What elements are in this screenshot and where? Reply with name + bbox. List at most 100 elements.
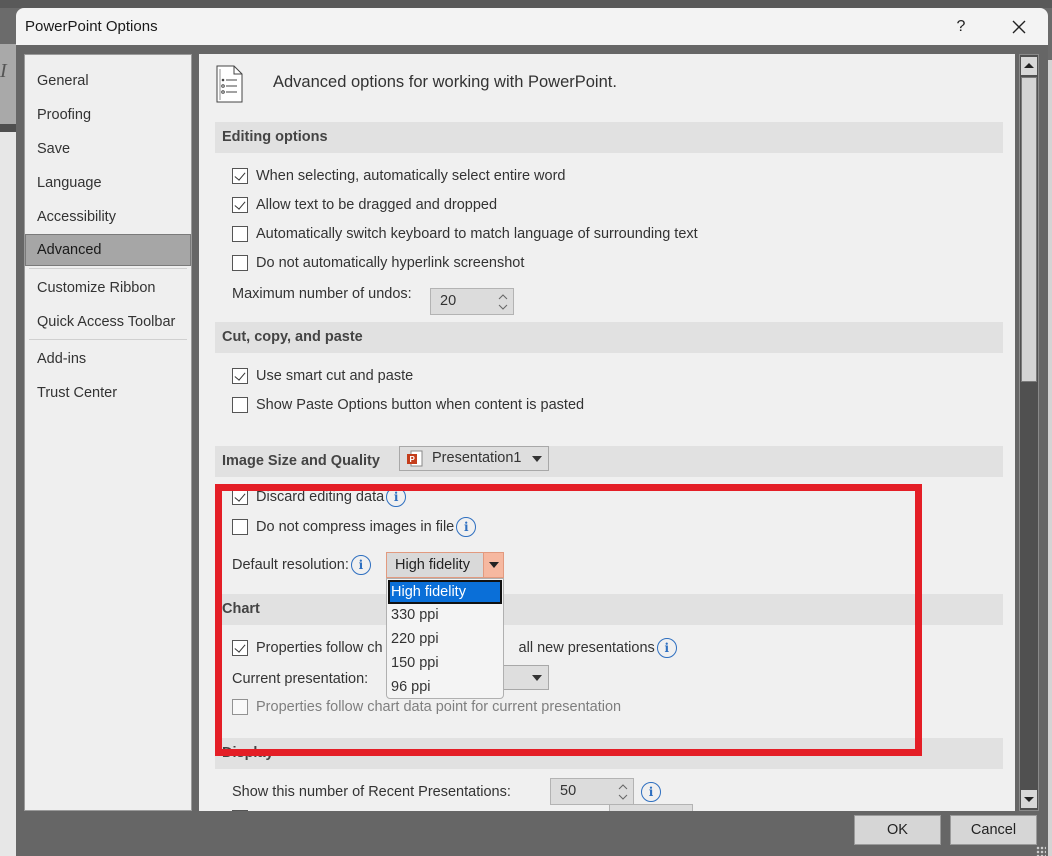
dialog-titlebar: PowerPoint Options ? [16, 8, 1048, 45]
option-discard-editing-data[interactable]: Discard editing data i [232, 485, 407, 509]
page-header: Advanced options for working with PowerP… [273, 73, 617, 91]
ok-button[interactable]: OK [854, 815, 941, 845]
checkbox[interactable] [232, 397, 248, 413]
option-label: Discard editing data [256, 489, 385, 505]
checkbox[interactable] [232, 368, 248, 384]
quick-access-spinner[interactable] [609, 804, 693, 811]
dropdown-arrow-button[interactable] [483, 553, 503, 577]
options-sidebar: General Proofing Save Language Accessibi… [24, 54, 192, 811]
sidebar-item-advanced[interactable]: Advanced [25, 234, 191, 266]
section-cut-copy-paste: Cut, copy, and paste [215, 322, 1003, 353]
sidebar-item-general[interactable]: General [25, 65, 191, 97]
option-do-not-compress[interactable]: Do not compress images in file i [232, 515, 477, 539]
sidebar-item-proofing[interactable]: Proofing [25, 99, 191, 131]
checkbox[interactable] [232, 226, 248, 242]
max-undos-spinner[interactable]: 20 [430, 288, 514, 315]
option-label: Properties follow chart data point for c… [256, 699, 622, 715]
resolution-option-220ppi[interactable]: 220 ppi [388, 627, 502, 651]
info-icon[interactable]: i [386, 487, 407, 507]
app-background-top [0, 0, 1052, 8]
chevron-down-icon [532, 675, 542, 681]
powerpoint-options-dialog: PowerPoint Options ? General Proofing Sa… [16, 8, 1048, 856]
presentation-selector[interactable]: P Presentation1 [399, 446, 549, 471]
checkbox[interactable] [232, 489, 248, 505]
sidebar-divider [29, 268, 187, 269]
resize-grip-icon[interactable] [1036, 846, 1046, 856]
max-undos-label: Maximum number of undos: [232, 286, 412, 302]
svg-text:P: P [410, 455, 416, 464]
presentation-name: Presentation1 [432, 450, 522, 466]
sidebar-item-save[interactable]: Save [25, 133, 191, 165]
option-label-suffix: all new presentations [518, 640, 655, 656]
checkbox[interactable] [232, 810, 248, 811]
section-display: Display [215, 738, 1003, 769]
sidebar-item-quick-access-toolbar[interactable]: Quick Access Toolbar [25, 306, 191, 338]
option-no-hyperlink-screenshot[interactable]: Do not automatically hyperlink screensho… [232, 251, 524, 275]
app-document-area [0, 132, 16, 856]
option-label-prefix: Properties follow ch [256, 640, 383, 656]
advanced-options-panel: Advanced options for working with PowerP… [199, 54, 1015, 811]
spinner-arrows-icon[interactable] [497, 291, 509, 313]
app-strip [0, 124, 16, 132]
scrollbar-thumb[interactable] [1021, 77, 1037, 382]
resolution-dropdown-list: High fidelity 330 ppi 220 ppi 150 ppi 96… [386, 578, 504, 699]
default-resolution-dropdown[interactable]: High fidelity [386, 552, 504, 578]
info-icon[interactable]: i [656, 638, 677, 658]
section-editing-options: Editing options [215, 122, 1003, 153]
option-quick-access-recent[interactable]: Quickly access this number of Recent Pre… [232, 806, 595, 811]
option-label: Do not compress images in file [256, 519, 455, 535]
option-show-paste-options[interactable]: Show Paste Options button when content i… [232, 393, 584, 417]
info-icon[interactable]: i [641, 782, 661, 802]
checkbox[interactable] [232, 699, 248, 715]
resolution-option-330ppi[interactable]: 330 ppi [388, 603, 502, 627]
section-image-size-quality: Image Size and Quality [215, 446, 1003, 477]
checkbox[interactable] [232, 640, 248, 656]
option-switch-keyboard[interactable]: Automatically switch keyboard to match l… [232, 222, 698, 246]
option-label: Use smart cut and paste [256, 368, 414, 384]
option-select-entire-word[interactable]: When selecting, automatically select ent… [232, 164, 565, 188]
option-label: Do not automatically hyperlink screensho… [256, 255, 525, 271]
close-icon [1012, 20, 1026, 34]
option-drag-and-drop[interactable]: Allow text to be dragged and dropped [232, 193, 497, 217]
current-presentation-label: Current presentation: [232, 671, 369, 687]
scroll-down-icon[interactable] [1021, 790, 1037, 808]
powerpoint-file-icon: P [407, 450, 423, 467]
option-smart-cut-paste[interactable]: Use smart cut and paste [232, 364, 413, 388]
spinner-arrows-icon[interactable] [617, 781, 629, 803]
option-label: Allow text to be dragged and dropped [256, 197, 498, 213]
resolution-option-150ppi[interactable]: 150 ppi [388, 651, 502, 675]
option-label: Automatically switch keyboard to match l… [256, 226, 698, 242]
scroll-up-icon[interactable] [1021, 57, 1037, 75]
resolution-option-96ppi[interactable]: 96 ppi [388, 675, 502, 699]
resolution-option-high-fidelity[interactable]: High fidelity [388, 580, 502, 604]
close-button[interactable] [1002, 12, 1036, 42]
options-document-icon [216, 65, 243, 103]
checkbox[interactable] [232, 168, 248, 184]
section-title: Image Size and Quality [222, 453, 380, 469]
spinner-value: 50 [560, 783, 577, 799]
help-button[interactable]: ? [946, 14, 976, 40]
info-icon[interactable]: i [350, 555, 371, 575]
recent-presentations-label: Show this number of Recent Presentations… [232, 784, 511, 800]
app-ribbon-fragment [0, 44, 16, 124]
checkbox[interactable] [232, 519, 248, 535]
default-resolution-row: Default resolution: i [232, 553, 371, 577]
sidebar-item-language[interactable]: Language [25, 167, 191, 199]
sidebar-item-trust-center[interactable]: Trust Center [25, 377, 191, 409]
sidebar-item-add-ins[interactable]: Add-ins [25, 343, 191, 375]
sidebar-divider [29, 339, 187, 340]
option-label: Quickly access this number of Recent Pre… [256, 810, 595, 811]
content-scrollbar[interactable] [1019, 54, 1039, 811]
option-label: Show Paste Options button when content i… [256, 397, 585, 413]
section-chart: Chart [215, 594, 1003, 625]
recent-presentations-spinner[interactable]: 50 [550, 778, 634, 805]
checkbox[interactable] [232, 255, 248, 271]
default-resolution-label: Default resolution: [232, 557, 349, 573]
dropdown-value: High fidelity [395, 557, 470, 573]
cancel-button[interactable]: Cancel [950, 815, 1037, 845]
italic-icon: I [0, 60, 7, 82]
sidebar-item-accessibility[interactable]: Accessibility [25, 201, 191, 233]
info-icon[interactable]: i [456, 517, 477, 537]
checkbox[interactable] [232, 197, 248, 213]
sidebar-item-customize-ribbon[interactable]: Customize Ribbon [25, 272, 191, 304]
